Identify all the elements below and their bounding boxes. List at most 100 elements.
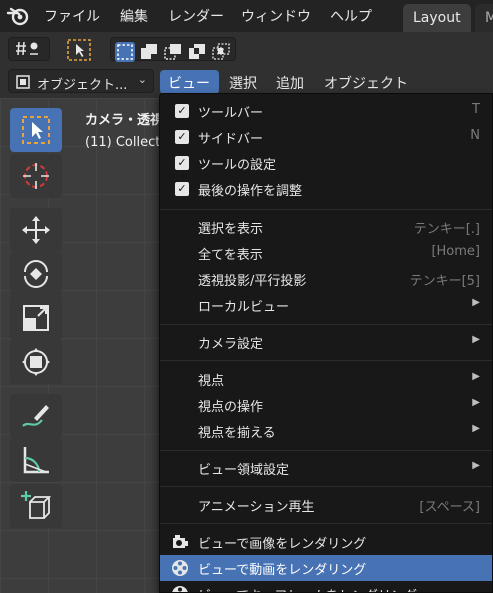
selection-mode-group bbox=[110, 37, 236, 62]
menu-item-label: ツールの設定 bbox=[198, 158, 277, 173]
menu-item-label: ビューで動画をレンダリング bbox=[198, 563, 367, 578]
add-cube-icon bbox=[21, 491, 52, 519]
cursor-icon bbox=[23, 163, 49, 189]
menu-item-label: サイドバー bbox=[198, 132, 264, 147]
menu-item-label: ツールバー bbox=[198, 106, 264, 121]
annotate-pencil-icon bbox=[22, 405, 49, 427]
menu-item-sidebar[interactable]: ✓ サイドバー N bbox=[160, 124, 492, 150]
menu-item-label: 最後の操作を調整 bbox=[198, 184, 303, 199]
menu-item-frame-all[interactable]: 全てを表示 [Home] bbox=[160, 240, 492, 266]
select-box-icon bbox=[22, 116, 50, 144]
menu-item-frame-selected[interactable]: 選択を表示 テンキー[.] bbox=[160, 214, 492, 240]
menu-item-label: 視点 bbox=[198, 374, 225, 389]
menu-window[interactable]: ウィンドウ bbox=[241, 6, 311, 26]
render-animation-icon bbox=[172, 560, 188, 576]
object-mode-icon bbox=[16, 75, 30, 89]
menu-item-view-regions[interactable]: ビュー領域設定 ▶ bbox=[160, 455, 492, 481]
menu-help[interactable]: ヘルプ bbox=[330, 6, 372, 26]
menu-item-label: ビュー領域設定 bbox=[198, 463, 290, 478]
menu-item-viewport-render-keyframes[interactable]: ビューでキーフレームをレンダリング bbox=[160, 581, 492, 592]
submenu-arrow-icon: ▶ bbox=[472, 297, 480, 308]
select-subtract-button[interactable] bbox=[163, 42, 183, 62]
tweak-tool-button[interactable] bbox=[64, 37, 94, 61]
checkbox-checked-icon[interactable]: ✓ bbox=[175, 130, 189, 144]
submenu-arrow-icon: ▶ bbox=[472, 460, 480, 471]
transform-pivot-dropdown[interactable] bbox=[8, 37, 50, 61]
viewport-header: オブジェクト... ⌄ ビュー 選択 追加 オブジェクト bbox=[0, 66, 493, 96]
rotate-icon bbox=[24, 260, 48, 288]
menu-render[interactable]: レンダー bbox=[168, 6, 224, 26]
tab-layout[interactable]: Layout bbox=[403, 4, 471, 32]
menu-item-perspective-ortho[interactable]: 透視投影/平行投影 テンキー[5] bbox=[160, 266, 492, 292]
shortcut-label: テンキー[.] bbox=[413, 222, 480, 237]
select-intersect-button[interactable] bbox=[211, 42, 231, 62]
tab-modeling[interactable]: M bbox=[475, 4, 493, 32]
menu-item-label: カメラ設定 bbox=[198, 337, 264, 352]
menu-file[interactable]: ファイル bbox=[44, 6, 100, 26]
select-set-icon bbox=[117, 44, 133, 60]
tool-settings-header bbox=[0, 34, 493, 64]
tool-measure[interactable] bbox=[10, 438, 62, 482]
tool-scale[interactable] bbox=[10, 296, 62, 340]
checkbox-checked-icon[interactable]: ✓ bbox=[175, 104, 189, 118]
object-mode-label: オブジェクト... bbox=[37, 78, 128, 93]
shortcut-label: テンキー[5] bbox=[409, 274, 480, 289]
menu-item-label: 視点を揃える bbox=[198, 426, 276, 441]
scale-icon bbox=[23, 305, 49, 331]
menu-item-cameras[interactable]: カメラ設定 ▶ bbox=[160, 329, 492, 355]
menu-item-navigation[interactable]: 視点の操作 ▶ bbox=[160, 392, 492, 418]
select-difference-button[interactable] bbox=[187, 42, 207, 62]
render-still-icon bbox=[173, 535, 188, 548]
submenu-arrow-icon: ▶ bbox=[472, 371, 480, 382]
chevron-down-icon: ⌄ bbox=[137, 73, 147, 86]
menu-edit[interactable]: 編集 bbox=[120, 6, 148, 26]
tool-select-box[interactable] bbox=[10, 108, 62, 152]
transform-icon bbox=[22, 348, 50, 376]
menu-separator bbox=[160, 324, 492, 325]
shortcut-label: [Home] bbox=[431, 244, 480, 259]
menu-select[interactable]: 選択 bbox=[221, 70, 265, 94]
blender-logo-icon[interactable] bbox=[6, 4, 30, 28]
select-extend-button[interactable] bbox=[139, 42, 159, 62]
checkbox-checked-icon[interactable]: ✓ bbox=[175, 156, 189, 170]
menu-item-tool-settings[interactable]: ✓ ツールの設定 bbox=[160, 150, 492, 176]
collection-label: (11) Collect bbox=[85, 135, 161, 150]
menu-add[interactable]: 追加 bbox=[268, 70, 312, 94]
view-menu-dropdown: ✓ ツールバー T ✓ サイドバー N ✓ ツールの設定 ✓ 最後の操作を調整 … bbox=[159, 93, 493, 593]
menu-item-toolbar[interactable]: ✓ ツールバー T bbox=[160, 98, 492, 124]
menu-item-local-view[interactable]: ローカルビュー ▶ bbox=[160, 292, 492, 318]
camera-perspective-label: カメラ・透視 bbox=[85, 113, 164, 128]
menu-item-label: 全てを表示 bbox=[198, 248, 263, 263]
select-difference-icon bbox=[189, 44, 205, 59]
tool-move[interactable] bbox=[10, 208, 62, 252]
menu-object[interactable]: オブジェクト bbox=[316, 70, 416, 94]
menu-item-adjust-last-operation[interactable]: ✓ 最後の操作を調整 bbox=[160, 176, 492, 202]
menu-item-align-view[interactable]: 視点を揃える ▶ bbox=[160, 418, 492, 444]
menu-item-label: アニメーション再生 bbox=[198, 500, 315, 515]
select-subtract-icon bbox=[164, 44, 181, 60]
render-keyframes-icon bbox=[172, 586, 188, 592]
transform-orientation-icon bbox=[16, 41, 38, 56]
tool-cursor[interactable] bbox=[10, 154, 62, 198]
select-extend-icon bbox=[141, 44, 157, 59]
menu-view[interactable]: ビュー bbox=[160, 70, 219, 94]
select-new-button[interactable] bbox=[115, 42, 135, 62]
menu-separator bbox=[160, 523, 492, 524]
tool-add-cube[interactable] bbox=[10, 484, 62, 528]
menu-item-play-animation[interactable]: アニメーション再生 [スペース] bbox=[160, 492, 492, 518]
tool-rotate[interactable] bbox=[10, 252, 62, 296]
menu-item-label: 視点の操作 bbox=[198, 400, 264, 415]
measure-ruler-icon bbox=[23, 447, 49, 474]
tool-transform[interactable] bbox=[10, 340, 62, 384]
object-mode-dropdown[interactable]: オブジェクト... ⌄ bbox=[8, 69, 154, 93]
checkbox-checked-icon[interactable]: ✓ bbox=[175, 182, 189, 196]
menu-item-viewpoint[interactable]: 視点 ▶ bbox=[160, 366, 492, 392]
shortcut-label: N bbox=[470, 128, 480, 143]
submenu-arrow-icon: ▶ bbox=[472, 397, 480, 408]
menu-item-viewport-render-image[interactable]: ビューで画像をレンダリング bbox=[160, 529, 492, 555]
submenu-arrow-icon: ▶ bbox=[472, 423, 480, 434]
menu-item-viewport-render-animation[interactable]: ビューで動画をレンダリング bbox=[160, 555, 492, 581]
tool-annotate[interactable] bbox=[10, 394, 62, 438]
menu-item-label: ビューでキーフレームをレンダリング bbox=[198, 585, 417, 592]
select-tweak-icon bbox=[67, 39, 91, 61]
